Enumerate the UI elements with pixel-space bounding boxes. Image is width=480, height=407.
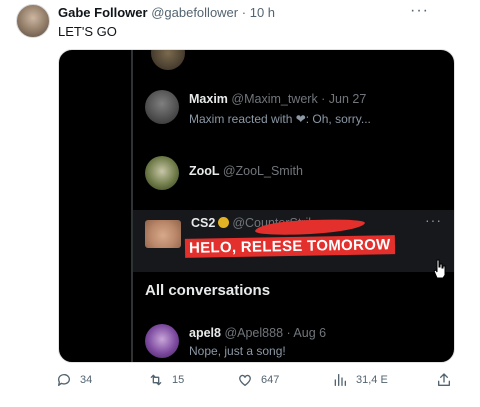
conversation-name: ZooL xyxy=(189,164,220,178)
row-title: ZooL @ZooL_Smith xyxy=(189,164,303,178)
reply-count: 34 xyxy=(80,374,93,386)
retweet-button[interactable]: 15 xyxy=(148,372,184,388)
tweet-time[interactable]: 10 h xyxy=(250,5,275,20)
section-title: All conversations xyxy=(145,282,271,299)
avatar xyxy=(145,324,179,358)
retweet-count: 15 xyxy=(172,374,185,386)
like-count: 647 xyxy=(261,374,280,386)
verified-badge-icon xyxy=(218,217,230,228)
bar-chart-icon xyxy=(334,374,346,386)
tweet-actions: 34 15 647 31,4 E xyxy=(56,372,456,394)
author-name[interactable]: Gabe Follower xyxy=(58,5,148,20)
author-handle[interactable]: @gabefollower xyxy=(151,5,238,20)
reply-icon xyxy=(57,374,70,386)
row-title: Maxim @Maxim_twerk · Jun 27 xyxy=(189,92,366,106)
hand-cursor-icon xyxy=(433,259,446,279)
divider-line xyxy=(131,50,133,362)
conversation-name: CS2 xyxy=(191,216,216,230)
reply-button[interactable]: 34 xyxy=(56,372,92,388)
banner-text: HELO, RELESE TOMOROW xyxy=(184,235,395,258)
conversation-message: Maxim reacted with ❤: Oh, sorry... xyxy=(189,112,371,126)
views-button[interactable]: 31,4 E xyxy=(332,372,388,388)
conversation-message: Nope, just a song! xyxy=(189,344,286,358)
tweet-text: LET'S GO xyxy=(58,24,117,39)
conversation-handle: @ZooL_Smith xyxy=(222,164,303,178)
avatar xyxy=(145,156,179,190)
more-horizontal-icon[interactable]: ··· xyxy=(410,2,429,20)
author-avatar[interactable] xyxy=(16,4,50,38)
view-count: 31,4 E xyxy=(356,374,388,386)
conversation-name: Maxim xyxy=(189,92,228,106)
more-horizontal-icon: ··· xyxy=(425,212,442,228)
conversation-handle: @Maxim_twerk · Jun 27 xyxy=(231,92,367,106)
avatar xyxy=(145,90,179,124)
retweet-icon xyxy=(150,374,162,386)
avatar xyxy=(151,50,185,70)
row-title: apel8 @Apel888 · Aug 6 xyxy=(189,326,326,340)
conversation-name: apel8 xyxy=(189,326,221,340)
tweet-header: Gabe Follower @gabefollower · 10 h xyxy=(58,5,275,20)
like-button[interactable]: 647 xyxy=(237,372,279,388)
tweet[interactable]: Gabe Follower @gabefollower · 10 h ··· L… xyxy=(0,0,470,407)
share-button[interactable] xyxy=(436,372,452,388)
share-icon xyxy=(438,373,450,386)
conversation-handle: @Apel888 · Aug 6 xyxy=(224,326,327,340)
tweet-media-image[interactable]: Maxim @Maxim_twerk · Jun 27 Maxim reacte… xyxy=(58,49,455,363)
separator: · xyxy=(241,5,247,20)
avatar xyxy=(145,220,181,248)
heart-icon xyxy=(239,374,251,386)
